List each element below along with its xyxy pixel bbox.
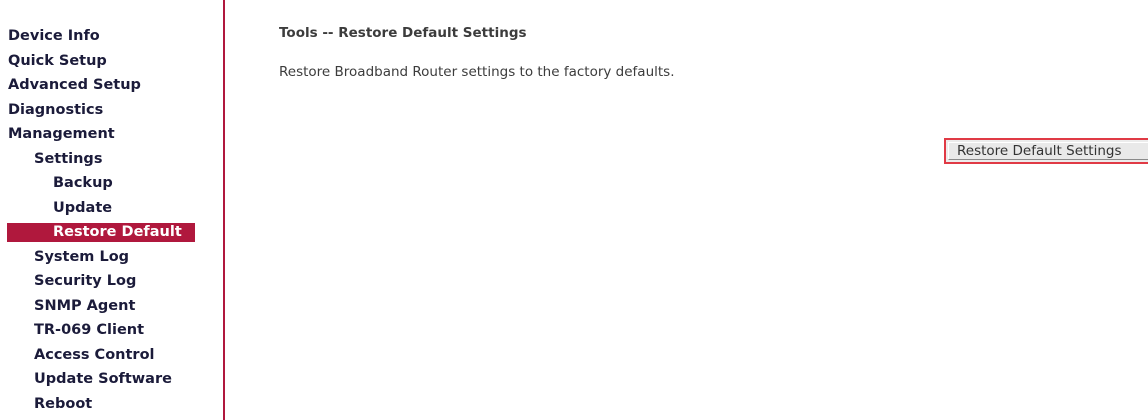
sidebar-item-diagnostics[interactable]: Diagnostics: [7, 99, 195, 124]
sidebar-item-quick-setup[interactable]: Quick Setup: [7, 50, 195, 75]
restore-button-label: Restore Default Settings: [948, 142, 1148, 160]
sidebar-item-advanced-setup[interactable]: Advanced Setup: [7, 74, 195, 99]
sidebar-item-management[interactable]: Management: [7, 123, 195, 148]
sidebar-item-backup[interactable]: Backup: [7, 172, 195, 197]
main-content: Tools -- Restore Default Settings Restor…: [272, 0, 1148, 420]
sidebar-item-update-software[interactable]: Update Software: [7, 368, 195, 393]
sidebar-nav: Device Info Quick Setup Advanced Setup D…: [7, 25, 195, 417]
sidebar-item-access-control[interactable]: Access Control: [7, 344, 195, 369]
sidebar-item-security-log[interactable]: Security Log: [7, 270, 195, 295]
restore-default-settings-button[interactable]: Restore Default Settings: [944, 138, 1148, 164]
sidebar-item-device-info[interactable]: Device Info: [7, 25, 195, 50]
sidebar-item-update[interactable]: Update: [7, 197, 195, 222]
sidebar-item-snmp-agent[interactable]: SNMP Agent: [7, 295, 195, 320]
sidebar-item-settings[interactable]: Settings: [7, 148, 195, 173]
page-description: Restore Broadband Router settings to the…: [279, 64, 675, 80]
sidebar: Device Info Quick Setup Advanced Setup D…: [0, 0, 225, 420]
sidebar-item-system-log[interactable]: System Log: [7, 246, 195, 271]
page-title: Tools -- Restore Default Settings: [279, 25, 527, 41]
sidebar-item-tr069-client[interactable]: TR-069 Client: [7, 319, 195, 344]
sidebar-item-reboot[interactable]: Reboot: [7, 393, 195, 418]
sidebar-item-restore-default[interactable]: Restore Default: [7, 223, 195, 242]
